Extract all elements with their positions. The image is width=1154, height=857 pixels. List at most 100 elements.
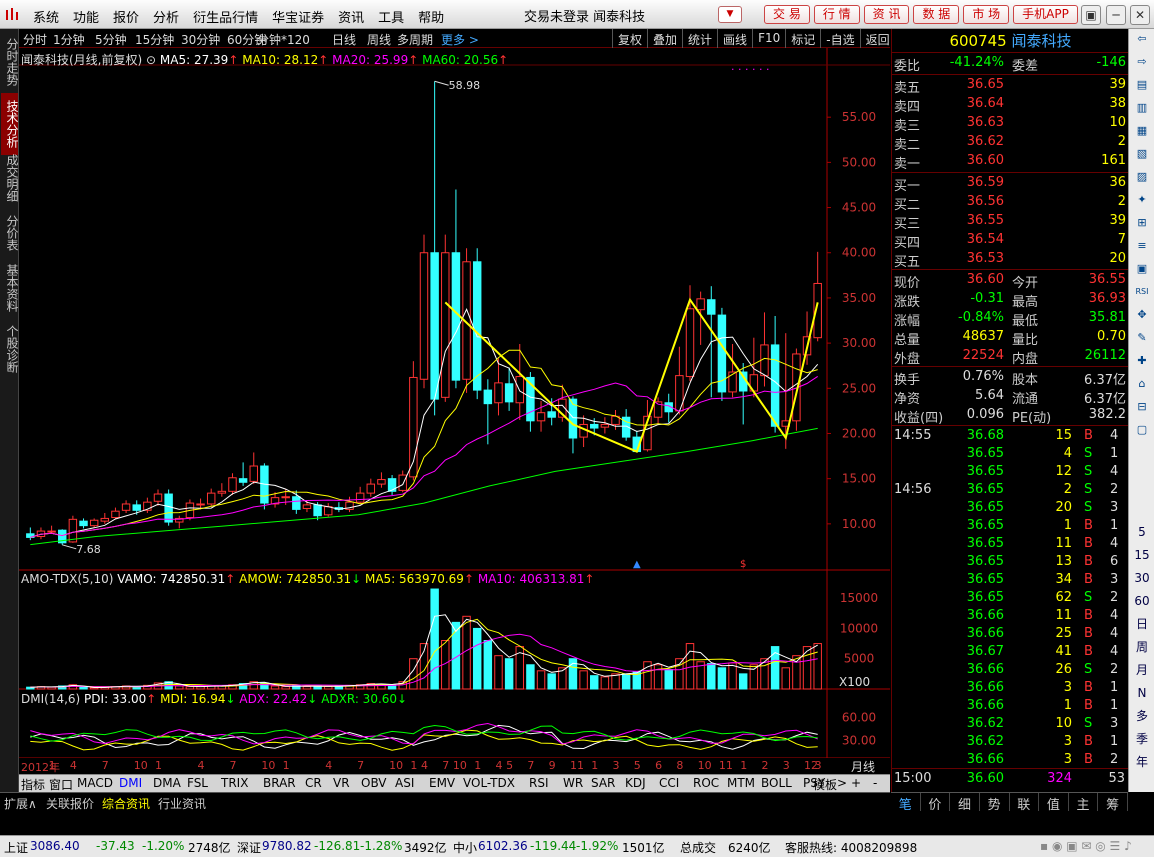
right-tool-icon[interactable]: ▥ (1134, 100, 1150, 116)
tool-2[interactable]: 统计 (682, 29, 717, 48)
indicator-tab-7[interactable]: BRAR (263, 776, 296, 790)
indicator-tab-6[interactable]: TRIX (221, 776, 248, 790)
indicator-tab-20[interactable]: MTM (727, 776, 755, 790)
ext-tab-1[interactable]: 关联报价 (46, 795, 94, 812)
right-tool-icon[interactable]: ⇨ (1134, 54, 1150, 70)
side-tab-4[interactable]: 联 (1010, 793, 1040, 813)
indicator-tab-1[interactable]: 窗口 (49, 776, 73, 793)
close-button[interactable]: ✕ (1130, 5, 1150, 25)
period-9[interactable]: 多周期 (397, 31, 433, 48)
top-button-5[interactable]: 手机APP (1013, 5, 1078, 24)
menu-item-2[interactable]: 报价 (106, 7, 146, 26)
tool-7[interactable]: 返回 (859, 29, 895, 48)
right-tool-icon[interactable]: ▣ (1134, 261, 1150, 277)
indicator-tab-19[interactable]: ROC (693, 776, 719, 790)
left-tab-5[interactable]: 个股诊断 (1, 319, 19, 379)
indicator-tab-10[interactable]: OBV (361, 776, 387, 790)
right-tool-icon[interactable]: ▦ (1134, 123, 1150, 139)
right-period-年[interactable]: 年 (1134, 754, 1150, 770)
left-tab-4[interactable]: 基本资料 (1, 259, 19, 317)
menu-item-1[interactable]: 功能 (66, 7, 106, 26)
top-button-4[interactable]: 市 场 (963, 5, 1010, 24)
right-tool-icon[interactable]: ✥ (1134, 307, 1150, 323)
left-tab-2[interactable]: 成交明细 (1, 149, 19, 207)
top-button-0[interactable]: 交 易 (764, 5, 810, 24)
tool-4[interactable]: F10 (752, 29, 785, 48)
indicator-tab-5[interactable]: FSL (187, 776, 208, 790)
tool-5[interactable]: 标记 (785, 29, 820, 48)
right-tool-icon[interactable]: ⇦ (1134, 31, 1150, 47)
period-2[interactable]: 5分钟 (95, 31, 127, 48)
right-period-15[interactable]: 15 (1134, 547, 1150, 563)
right-period-60[interactable]: 60 (1134, 593, 1150, 609)
indicator-tab-9[interactable]: VR (333, 776, 350, 790)
period-6[interactable]: 分钟*120 (257, 31, 310, 48)
right-tool-icon[interactable]: ⊞ (1134, 215, 1150, 231)
side-tab-0[interactable]: 笔 (891, 793, 921, 813)
right-tool-icon[interactable]: ✚ (1134, 353, 1150, 369)
indicator-tab-15[interactable]: WR (563, 776, 583, 790)
tool-3[interactable]: 画线 (717, 29, 752, 48)
indicator-tab-2[interactable]: MACD (77, 776, 113, 790)
template-button[interactable]: 模板 (813, 776, 837, 793)
event-marker-icon[interactable]: ▲ (633, 559, 641, 570)
menu-item-3[interactable]: 分析 (146, 7, 186, 26)
indicator-tab-16[interactable]: SAR (591, 776, 615, 790)
indicator-tab-18[interactable]: CCI (659, 776, 679, 790)
indicator-tab-8[interactable]: CR (305, 776, 322, 790)
tool-0[interactable]: 复权 (612, 29, 647, 48)
skin-button[interactable]: ▣ (1081, 5, 1101, 25)
top-button-3[interactable]: 数 据 (913, 5, 960, 24)
right-tool-icon[interactable]: ▢ (1134, 422, 1150, 438)
left-tab-3[interactable]: 分价表 (1, 209, 19, 257)
period-8[interactable]: 周线 (367, 31, 391, 48)
status-icons[interactable]: ▪ ◉ ▣ ✉ ◎ ☰ ♪ (1040, 839, 1132, 853)
right-period-30[interactable]: 30 (1134, 570, 1150, 586)
right-tool-icon[interactable]: ▧ (1134, 146, 1150, 162)
side-tab-2[interactable]: 细 (950, 793, 980, 813)
right-period-日[interactable]: 日 (1134, 616, 1150, 632)
right-tool-icon[interactable]: ✎ (1134, 330, 1150, 346)
tool-6[interactable]: -自选 (820, 29, 859, 48)
side-tab-7[interactable]: 筹 (1098, 793, 1128, 813)
menu-item-4[interactable]: 衍生品行情 (186, 7, 265, 26)
right-tool-icon[interactable]: RSI (1134, 284, 1150, 300)
menu-item-5[interactable]: 华宝证券 (265, 7, 331, 26)
top-button-2[interactable]: 资 讯 (863, 5, 910, 24)
event-marker-icon[interactable]: $ (740, 559, 746, 570)
period-0[interactable]: 分时 (23, 31, 47, 48)
period-7[interactable]: 日线 (332, 31, 356, 48)
left-tab-0[interactable]: 分时走势 (1, 31, 19, 93)
indicator-tab-14[interactable]: RSI (529, 776, 549, 790)
right-tool-icon[interactable]: ⌂ (1134, 376, 1150, 392)
top-button-1[interactable]: 行 情 (813, 5, 860, 24)
tool-1[interactable]: 叠加 (647, 29, 682, 48)
menu-item-6[interactable]: 资讯 (331, 7, 371, 26)
right-tool-icon[interactable]: ▤ (1134, 77, 1150, 93)
side-tab-5[interactable]: 值 (1039, 793, 1069, 813)
indicator-tab-3[interactable]: DMI (119, 776, 142, 790)
right-period-多[interactable]: 多 (1134, 708, 1150, 724)
ext-tab-2[interactable]: 综合资讯 (102, 795, 150, 812)
right-tool-icon[interactable]: ▨ (1134, 169, 1150, 185)
right-period-季[interactable]: 季 (1134, 731, 1150, 747)
right-period-5[interactable]: 5 (1134, 524, 1150, 540)
menu-item-7[interactable]: 工具 (371, 7, 411, 26)
indicator-tab-17[interactable]: KDJ (625, 776, 646, 790)
side-tab-3[interactable]: 势 (980, 793, 1010, 813)
left-tab-1[interactable]: 技术分析 (1, 93, 19, 155)
indicator-tab-23[interactable]: > (837, 776, 847, 790)
indicator-tab-0[interactable]: 指标 (21, 776, 45, 793)
right-period-N[interactable]: N (1134, 685, 1150, 701)
indicator-tab-21[interactable]: BOLL (761, 776, 792, 790)
right-period-月[interactable]: 月 (1134, 662, 1150, 678)
period-1[interactable]: 1分钟 (53, 31, 85, 48)
period-more[interactable]: 更多 > (441, 31, 479, 48)
right-tool-icon[interactable]: ✦ (1134, 192, 1150, 208)
right-tool-icon[interactable]: ⊟ (1134, 399, 1150, 415)
ext-tab-3[interactable]: 行业资讯 (158, 795, 206, 812)
side-tab-1[interactable]: 价 (921, 793, 951, 813)
dropdown-toggle-icon[interactable]: ▼ (718, 6, 742, 23)
indicator-tab-11[interactable]: ASI (395, 776, 414, 790)
indicator-tab-13[interactable]: VOL-TDX (463, 776, 515, 790)
